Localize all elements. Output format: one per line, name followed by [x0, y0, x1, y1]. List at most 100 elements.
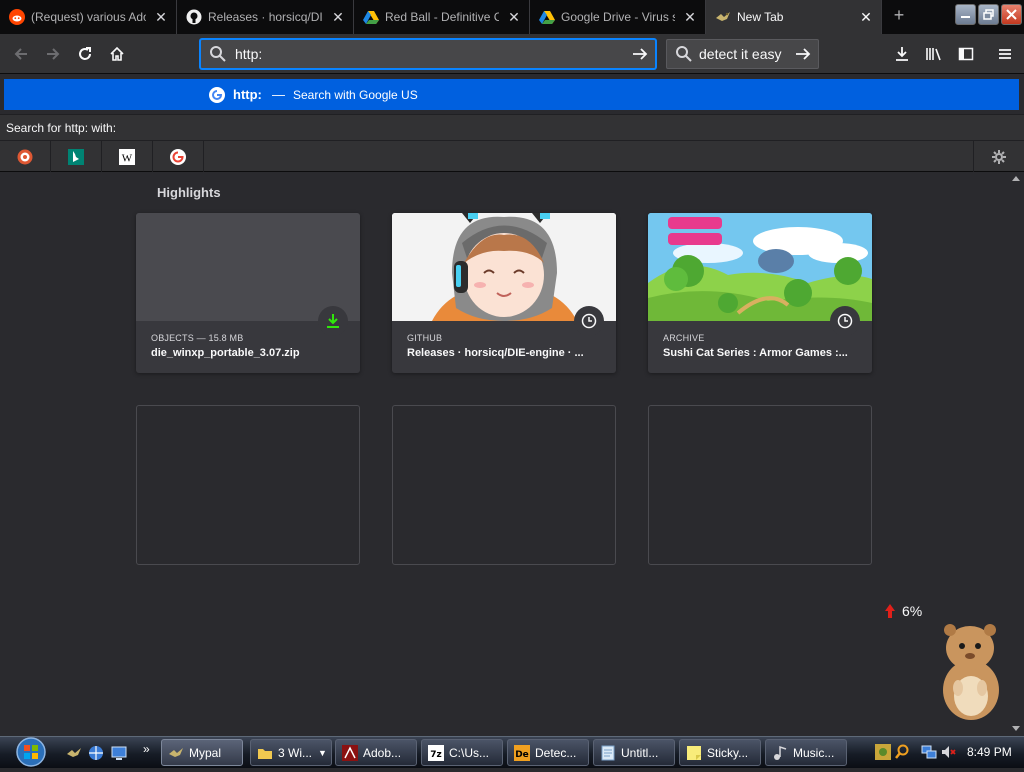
tab-github[interactable]: Releases · horsicq/DIE ✕	[177, 0, 354, 34]
taskbar-button-adobe[interactable]: Adob...	[335, 739, 417, 766]
taskbar-button-notepad[interactable]: Untitl...	[593, 739, 675, 766]
svg-text:W: W	[122, 152, 133, 164]
engine-wikipedia[interactable]: W	[102, 141, 153, 172]
anime-avatar-image	[392, 213, 616, 321]
start-button[interactable]	[10, 737, 52, 767]
engine-duckduckgo[interactable]	[0, 141, 51, 172]
home-button[interactable]	[102, 39, 132, 69]
tray-app-icon[interactable]	[875, 744, 891, 760]
mypal-icon	[715, 9, 731, 25]
sidebar-icon	[958, 47, 974, 61]
tab-new-tab[interactable]: New Tab ✕	[706, 0, 882, 34]
mypal-icon[interactable]	[66, 745, 82, 761]
taskbar-button-sticky-notes[interactable]: Sticky...	[679, 739, 761, 766]
search-icon[interactable]	[894, 744, 910, 760]
forward-button[interactable]	[38, 39, 68, 69]
search-icon	[210, 46, 226, 62]
scrollbar[interactable]	[1008, 173, 1024, 736]
chevron-right-icon[interactable]: »	[143, 742, 150, 756]
tab-reddit[interactable]: (Request) various Adobe ✕	[0, 0, 177, 34]
network-icon[interactable]	[921, 744, 937, 760]
tab-title: Google Drive - Virus s	[561, 10, 675, 24]
reddit-icon	[9, 9, 25, 25]
mypal-icon	[169, 747, 183, 757]
notepad-icon	[601, 745, 615, 760]
taskbar-button-detect-it-easy[interactable]: De Detec...	[507, 739, 589, 766]
suggestion-action: Search with Google US	[293, 88, 418, 102]
search-with-label: Search for http: with:	[6, 121, 117, 135]
highlight-card[interactable]: GITHUB Releases · horsicq/DIE-engine · .…	[392, 213, 616, 373]
highlight-card[interactable]: ARCHIVE Sushi Cat Series : Armor Games :…	[648, 213, 872, 373]
card-title: die_winxp_portable_3.07.zip	[151, 347, 300, 359]
taskbar-button-mypal[interactable]: Mypal	[161, 739, 243, 766]
close-icon	[1006, 9, 1017, 20]
autocomplete-suggestion[interactable]: http: — Search with Google US	[4, 79, 1019, 110]
detect-it-easy-icon: De	[514, 744, 530, 761]
sidebar-button[interactable]	[951, 39, 981, 69]
sticky-notes-icon	[687, 745, 701, 760]
go-arrow-icon	[633, 48, 648, 60]
svg-text:De: De	[515, 750, 529, 760]
card-title: Sushi Cat Series : Armor Games :...	[663, 347, 848, 359]
taskbar-button-music[interactable]: Music...	[765, 739, 847, 766]
show-desktop-icon[interactable]	[111, 745, 127, 761]
url-bar[interactable]: http:	[200, 39, 656, 69]
close-icon[interactable]: ✕	[507, 10, 521, 24]
windows-orb-icon	[16, 737, 46, 767]
7zip-icon: 7z	[428, 744, 444, 761]
volume-muted-icon[interactable]	[940, 744, 956, 760]
card-context: ARCHIVE	[663, 333, 705, 343]
bing-icon	[68, 148, 84, 165]
search-with-header: Search for http: with:	[0, 114, 1024, 140]
url-input[interactable]: http:	[235, 46, 631, 62]
empty-highlight-placeholder	[136, 405, 360, 565]
tab-red-ball[interactable]: Red Ball - Definitive C ✕	[354, 0, 530, 34]
forward-arrow-icon	[47, 48, 60, 60]
restore-button[interactable]	[978, 4, 999, 25]
clock-icon	[830, 306, 860, 336]
adobe-icon	[342, 744, 358, 761]
navigation-toolbar: http: detect it easy	[0, 34, 1024, 74]
search-icon	[676, 46, 692, 62]
tab-title: New Tab	[737, 10, 784, 24]
music-icon	[774, 745, 787, 760]
google-icon	[209, 87, 225, 103]
back-button[interactable]	[4, 39, 38, 69]
minimize-icon	[961, 16, 970, 18]
menu-button[interactable]	[990, 39, 1020, 69]
window-close-button[interactable]	[1001, 4, 1022, 25]
search-input[interactable]: detect it easy	[699, 46, 794, 62]
library-icon	[926, 48, 941, 61]
tab-google-drive[interactable]: Google Drive - Virus s ✕	[530, 0, 706, 34]
google-drive-icon	[539, 9, 555, 25]
svg-text:7z: 7z	[430, 750, 442, 760]
close-icon[interactable]: ✕	[154, 10, 168, 24]
chevron-down-icon: ▼	[318, 747, 327, 758]
engine-google[interactable]	[153, 141, 204, 172]
download-icon	[318, 306, 348, 336]
system-clock[interactable]: 8:49 PM	[967, 745, 1012, 759]
card-thumbnail	[136, 213, 360, 321]
search-settings-button[interactable]	[973, 141, 1024, 172]
taskbar-button-7zip[interactable]: 7z C:\Us...	[421, 739, 503, 766]
google-drive-icon	[363, 9, 379, 25]
browser-icon[interactable]	[88, 745, 104, 761]
search-bar[interactable]: detect it easy	[666, 39, 819, 69]
engine-bing[interactable]	[51, 141, 102, 172]
highlights-heading: Highlights	[157, 185, 221, 200]
minimize-button[interactable]	[955, 4, 976, 25]
taskbar-label: Detec...	[535, 745, 577, 760]
close-icon[interactable]: ✕	[859, 10, 873, 24]
close-icon[interactable]: ✕	[331, 10, 345, 24]
library-button[interactable]	[919, 39, 949, 69]
reload-button[interactable]	[70, 39, 100, 69]
highlight-card[interactable]: OBJECTS — 15.8 MB die_winxp_portable_3.0…	[136, 213, 360, 373]
taskbar-label: Untitl...	[621, 745, 659, 760]
taskbar-button-windows[interactable]: 3 Wi... ▼	[250, 739, 332, 766]
close-icon[interactable]: ✕	[683, 10, 697, 24]
downloads-button[interactable]	[887, 39, 917, 69]
folder-icon	[258, 748, 272, 759]
new-tab-button[interactable]: +	[884, 0, 914, 34]
empty-highlight-placeholder	[648, 405, 872, 565]
up-arrow-icon	[885, 604, 895, 618]
